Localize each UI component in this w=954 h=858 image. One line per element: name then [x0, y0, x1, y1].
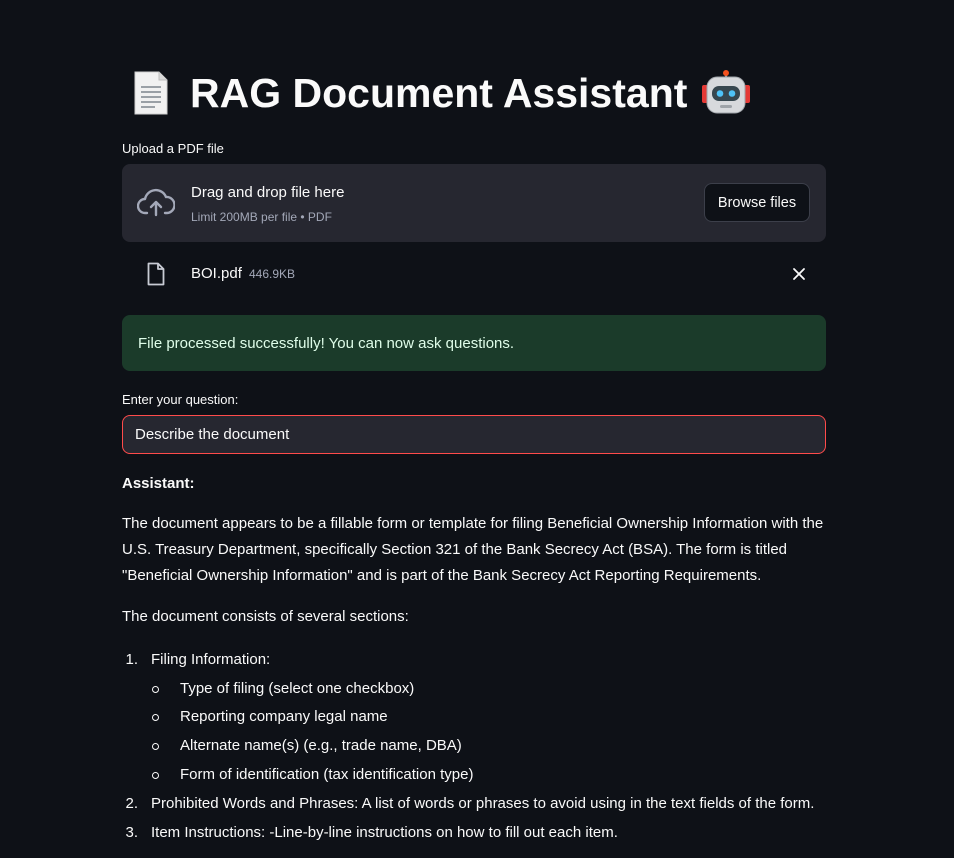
cloud-upload-icon: [137, 188, 175, 217]
sub-list-text: Form of identification (tax identificati…: [180, 766, 474, 783]
page-header: RAG Document Assistant: [132, 64, 751, 122]
list-text: Filing Information:: [151, 651, 271, 668]
sub-list-text: Alternate name(s) (e.g., trade name, DBA…: [180, 737, 462, 754]
robot-icon: [702, 70, 751, 114]
answer-sections-intro: The document consists of several section…: [122, 608, 409, 625]
sub-list-text: Reporting company legal name: [180, 708, 388, 725]
bullet-icon: [152, 686, 159, 693]
assistant-label: Assistant:: [122, 475, 195, 492]
list-number: 1.: [125, 651, 138, 668]
sub-list-text: Type of filing (select one checkbox): [180, 680, 415, 697]
bullet-icon: [152, 714, 159, 721]
dropzone-instructions: Drag and drop file here: [191, 184, 345, 201]
list-text: Prohibited Words and Phrases: A list of …: [151, 795, 815, 812]
file-dropzone[interactable]: Drag and drop file here Limit 200MB per …: [122, 164, 826, 242]
file-name: BOI.pdf: [191, 265, 242, 282]
close-icon[interactable]: [792, 267, 806, 281]
bullet-icon: [152, 743, 159, 750]
question-input[interactable]: [122, 415, 826, 454]
question-label: Enter your question:: [122, 392, 239, 407]
success-message: File processed successfully! You can now…: [138, 335, 515, 352]
bullet-icon: [152, 772, 159, 779]
file-size: 446.9KB: [249, 267, 296, 281]
uploaded-file-row: BOI.pdf 446.9KB: [122, 256, 826, 292]
success-alert: File processed successfully! You can now…: [122, 315, 826, 371]
list-number: 2.: [125, 795, 138, 812]
browse-files-button[interactable]: Browse files: [704, 183, 810, 222]
list-number: 3.: [125, 824, 138, 841]
page-title: RAG Document Assistant: [190, 69, 688, 116]
dropzone-limit: Limit 200MB per file • PDF: [191, 210, 332, 224]
file-icon: [147, 262, 165, 286]
uploader-label: Upload a PDF file: [122, 141, 224, 156]
list-text: Item Instructions: -Line-by-line instruc…: [151, 824, 618, 841]
answer-intro: The document appears to be a fillable fo…: [122, 515, 824, 584]
document-icon: [134, 71, 168, 115]
